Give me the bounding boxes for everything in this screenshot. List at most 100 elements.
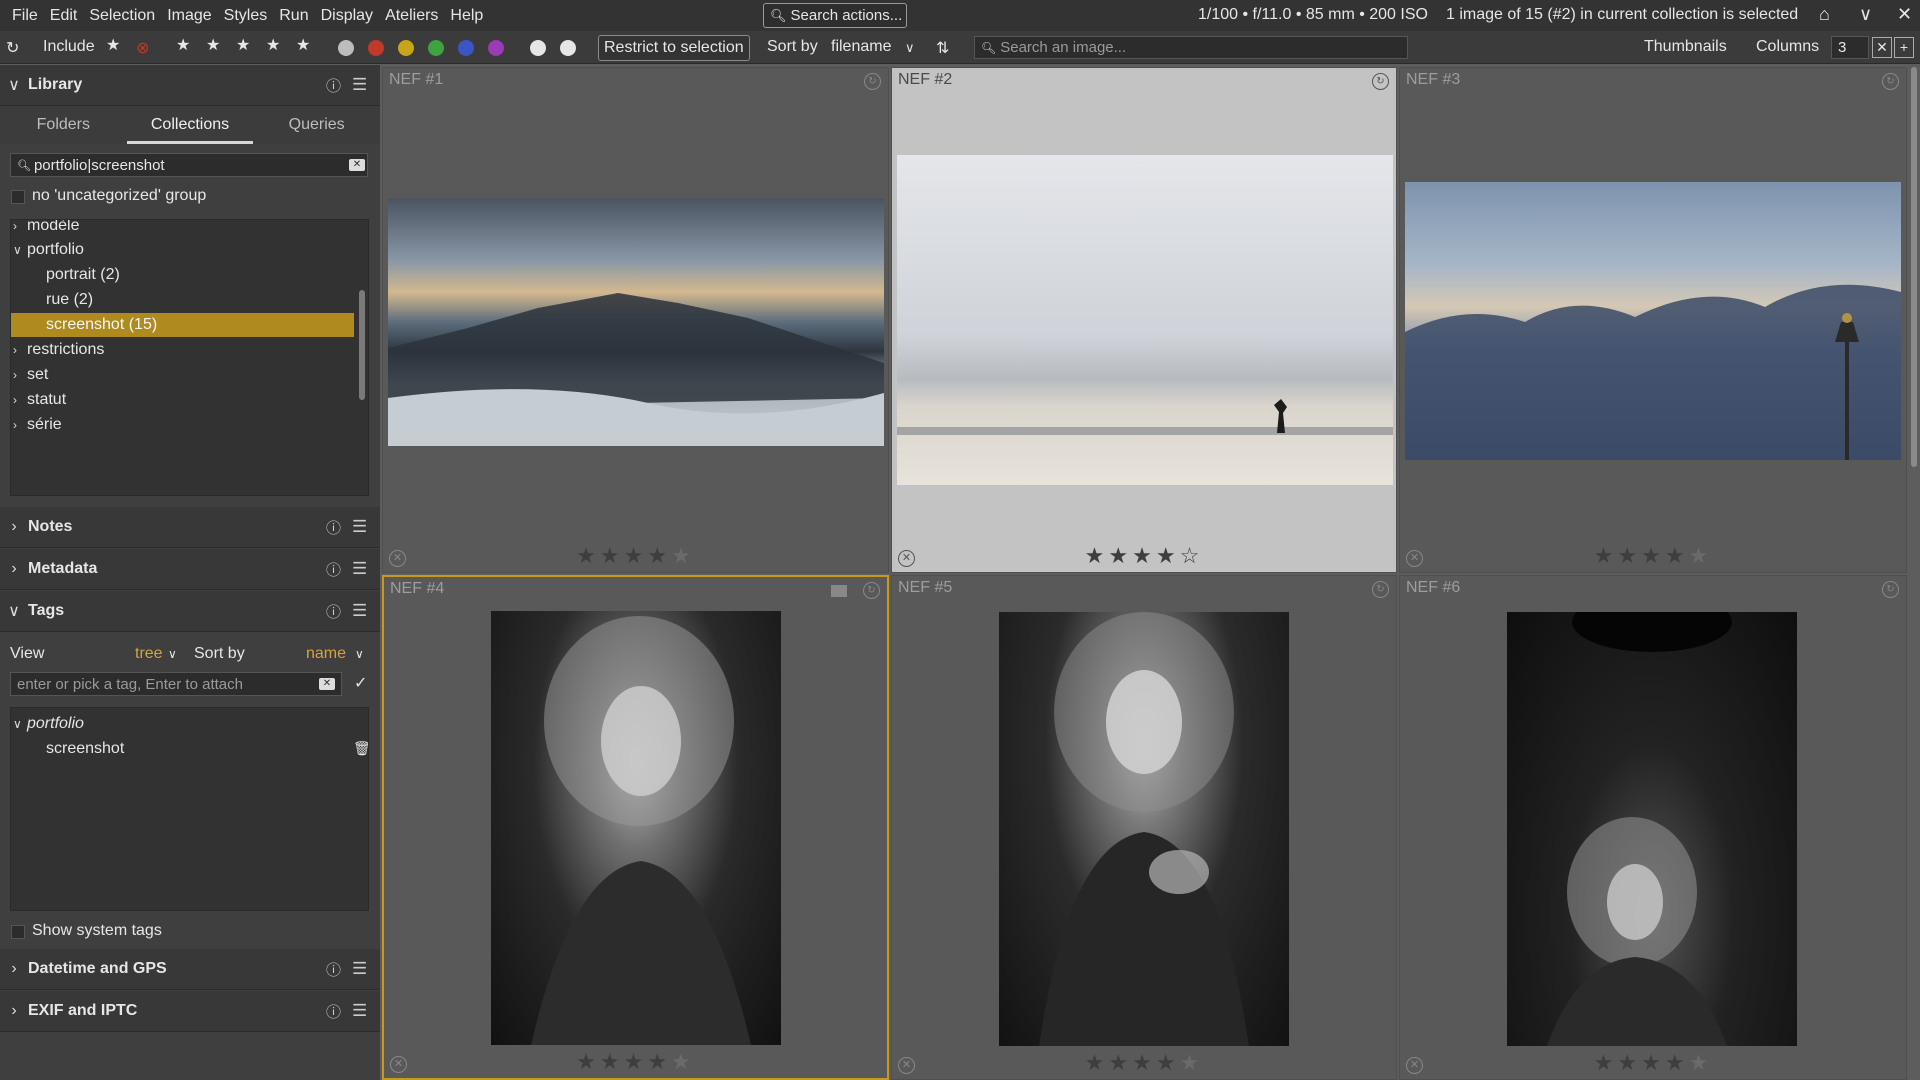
chevron-down-icon[interactable]: ∨ — [13, 712, 27, 736]
thumbnail-cell[interactable]: NEF #5 ↻ ★★★★★ ✕ — [891, 575, 1397, 1080]
grid-scrollbar[interactable] — [1911, 67, 1917, 467]
star-icon[interactable]: ★ — [1108, 1050, 1132, 1075]
rating-stars[interactable]: ★★★★★ — [1400, 543, 1906, 569]
rotate-icon[interactable]: ↻ — [1882, 73, 1899, 90]
color-label-any-icon[interactable] — [530, 40, 546, 56]
menu-file[interactable]: File — [6, 7, 44, 25]
tree-item-statut[interactable]: › statut — [13, 388, 353, 412]
star-icon[interactable]: ★ — [1085, 1050, 1109, 1075]
chevron-right-icon[interactable]: › — [13, 363, 27, 387]
tags-header[interactable]: ∨ Tags ⓘ ☰ — [0, 591, 380, 632]
rating-filter-star-3[interactable]: ★ — [236, 35, 250, 55]
chevron-right-icon[interactable]: › — [0, 1002, 28, 1020]
tags-sort-select[interactable]: name — [306, 645, 346, 663]
clear-tag-icon[interactable]: ✕ — [319, 678, 335, 690]
menu-edit[interactable]: Edit — [44, 7, 84, 25]
star-icon[interactable]: ★ — [1156, 543, 1180, 568]
rating-stars[interactable]: ★★★★☆ — [892, 543, 1396, 569]
tree-item-rue[interactable]: rue (2) — [11, 288, 354, 312]
star-icon[interactable]: ★ — [624, 1049, 648, 1074]
tree-scrollbar[interactable] — [359, 290, 365, 400]
star-icon[interactable]: ★ — [671, 543, 695, 568]
star-icon[interactable]: ★ — [1617, 543, 1641, 568]
info-icon[interactable]: ⓘ — [326, 517, 341, 538]
star-icon[interactable]: ★ — [1641, 543, 1665, 568]
chevron-down-icon[interactable]: ∨ — [0, 75, 28, 95]
color-label-yellow[interactable] — [398, 40, 414, 56]
star-icon[interactable]: ★ — [1665, 1050, 1689, 1075]
color-label-blue[interactable] — [458, 40, 474, 56]
rating-filter-star-5[interactable]: ★ — [296, 35, 310, 55]
menu-run[interactable]: Run — [273, 7, 314, 25]
columns-decrease-icon[interactable]: ✕ — [1872, 37, 1892, 58]
star-icon[interactable]: ★ — [1689, 543, 1713, 568]
star-icon[interactable]: ★ — [1132, 543, 1156, 568]
chevron-right-icon[interactable]: › — [0, 560, 28, 578]
exif-header[interactable]: › EXIF and IPTC ⓘ ☰ — [0, 991, 380, 1032]
reject-icon[interactable]: ✕ — [1406, 1057, 1423, 1074]
tab-folders[interactable]: Folders — [0, 106, 127, 144]
tree-item-set[interactable]: › set — [13, 363, 353, 387]
columns-input[interactable]: 3 — [1831, 36, 1869, 59]
menu-image[interactable]: Image — [161, 7, 217, 25]
rotate-icon[interactable]: ↻ — [1882, 581, 1899, 598]
info-icon[interactable]: ⓘ — [326, 959, 341, 980]
home-icon[interactable]: ⌂ — [1819, 4, 1830, 25]
tag-item-portfolio[interactable]: ∨ portfolio — [13, 712, 353, 736]
menu-selection[interactable]: Selection — [83, 7, 161, 25]
rotate-icon[interactable]: ↻ — [864, 73, 881, 90]
check-icon[interactable]: ✓ — [354, 673, 367, 693]
chevron-right-icon[interactable]: › — [13, 220, 27, 238]
info-icon[interactable]: ⓘ — [326, 1001, 341, 1022]
datetime-header[interactable]: › Datetime and GPS ⓘ ☰ — [0, 949, 380, 990]
include-rated-icon[interactable]: ★ — [106, 35, 120, 55]
restrict-to-selection-button[interactable]: Restrict to selection — [598, 35, 750, 61]
include-rejected-icon[interactable]: ⊗ — [136, 38, 149, 58]
menu-icon[interactable]: ☰ — [352, 1001, 367, 1021]
reject-icon[interactable]: ✕ — [898, 550, 915, 567]
star-icon[interactable]: ★ — [624, 543, 648, 568]
clear-filter-icon[interactable]: ✕ — [349, 159, 365, 171]
chevron-down-icon[interactable]: ∨ — [355, 647, 364, 661]
rating-filter-star-4[interactable]: ★ — [266, 35, 280, 55]
star-icon[interactable]: ★ — [1132, 1050, 1156, 1075]
color-label-purple[interactable] — [488, 40, 504, 56]
star-icon[interactable]: ★ — [600, 543, 624, 568]
color-label-red[interactable] — [368, 40, 384, 56]
chevron-right-icon[interactable]: › — [13, 388, 27, 412]
star-icon[interactable]: ★ — [1180, 1050, 1204, 1075]
chevron-right-icon[interactable]: › — [13, 338, 27, 362]
info-icon[interactable]: ⓘ — [326, 559, 341, 580]
rating-stars[interactable]: ★★★★★ — [384, 1049, 887, 1075]
trash-icon[interactable]: 🗑︎ — [353, 740, 368, 757]
menu-styles[interactable]: Styles — [218, 7, 274, 25]
thumbnail-cell[interactable]: NEF #6 ↻ ★★★★★ ✕ — [1399, 575, 1907, 1080]
sort-order-icon[interactable]: ⇅ — [936, 38, 949, 58]
refresh-icon[interactable]: ↻ — [6, 38, 19, 58]
menu-icon[interactable]: ☰ — [352, 517, 367, 537]
chevron-down-icon[interactable]: ∨ — [905, 40, 915, 56]
info-icon[interactable]: ⓘ — [326, 75, 341, 96]
menu-ateliers[interactable]: Ateliers — [379, 7, 444, 25]
collection-filter-input[interactable]: 🔍︎ portfolio|screenshot — [10, 153, 368, 177]
metadata-header[interactable]: › Metadata ⓘ ☰ — [0, 549, 380, 590]
sort-by-select[interactable]: filename — [831, 38, 891, 56]
chevron-down-icon[interactable]: ∨ — [1859, 4, 1872, 25]
color-label-none-icon[interactable] — [560, 40, 576, 56]
search-actions-button[interactable]: 🔍︎ Search actions... — [763, 3, 907, 28]
color-label-green[interactable] — [428, 40, 444, 56]
chevron-down-icon[interactable]: ∨ — [0, 601, 28, 621]
rating-stars[interactable]: ★★★★★ — [892, 1050, 1396, 1076]
rotate-icon[interactable]: ↻ — [1372, 73, 1389, 90]
star-icon[interactable]: ★ — [671, 1049, 695, 1074]
search-image-input[interactable]: 🔍︎ Search an image... — [974, 36, 1408, 59]
notes-header[interactable]: › Notes ⓘ ☰ — [0, 507, 380, 548]
reject-icon[interactable]: ✕ — [898, 1057, 915, 1074]
tag-input[interactable]: enter or pick a tag, Enter to attach — [10, 672, 342, 696]
menu-help[interactable]: Help — [444, 7, 489, 25]
library-header[interactable]: ∨ Library ⓘ ☰ — [0, 65, 380, 106]
show-system-tags-checkbox[interactable] — [11, 925, 25, 939]
thumbnail-cell[interactable]: NEF #2 ↻ ★★★★☆ ✕ — [891, 67, 1397, 573]
star-icon[interactable]: ★ — [1085, 543, 1109, 568]
star-icon[interactable]: ★ — [1689, 1050, 1713, 1075]
